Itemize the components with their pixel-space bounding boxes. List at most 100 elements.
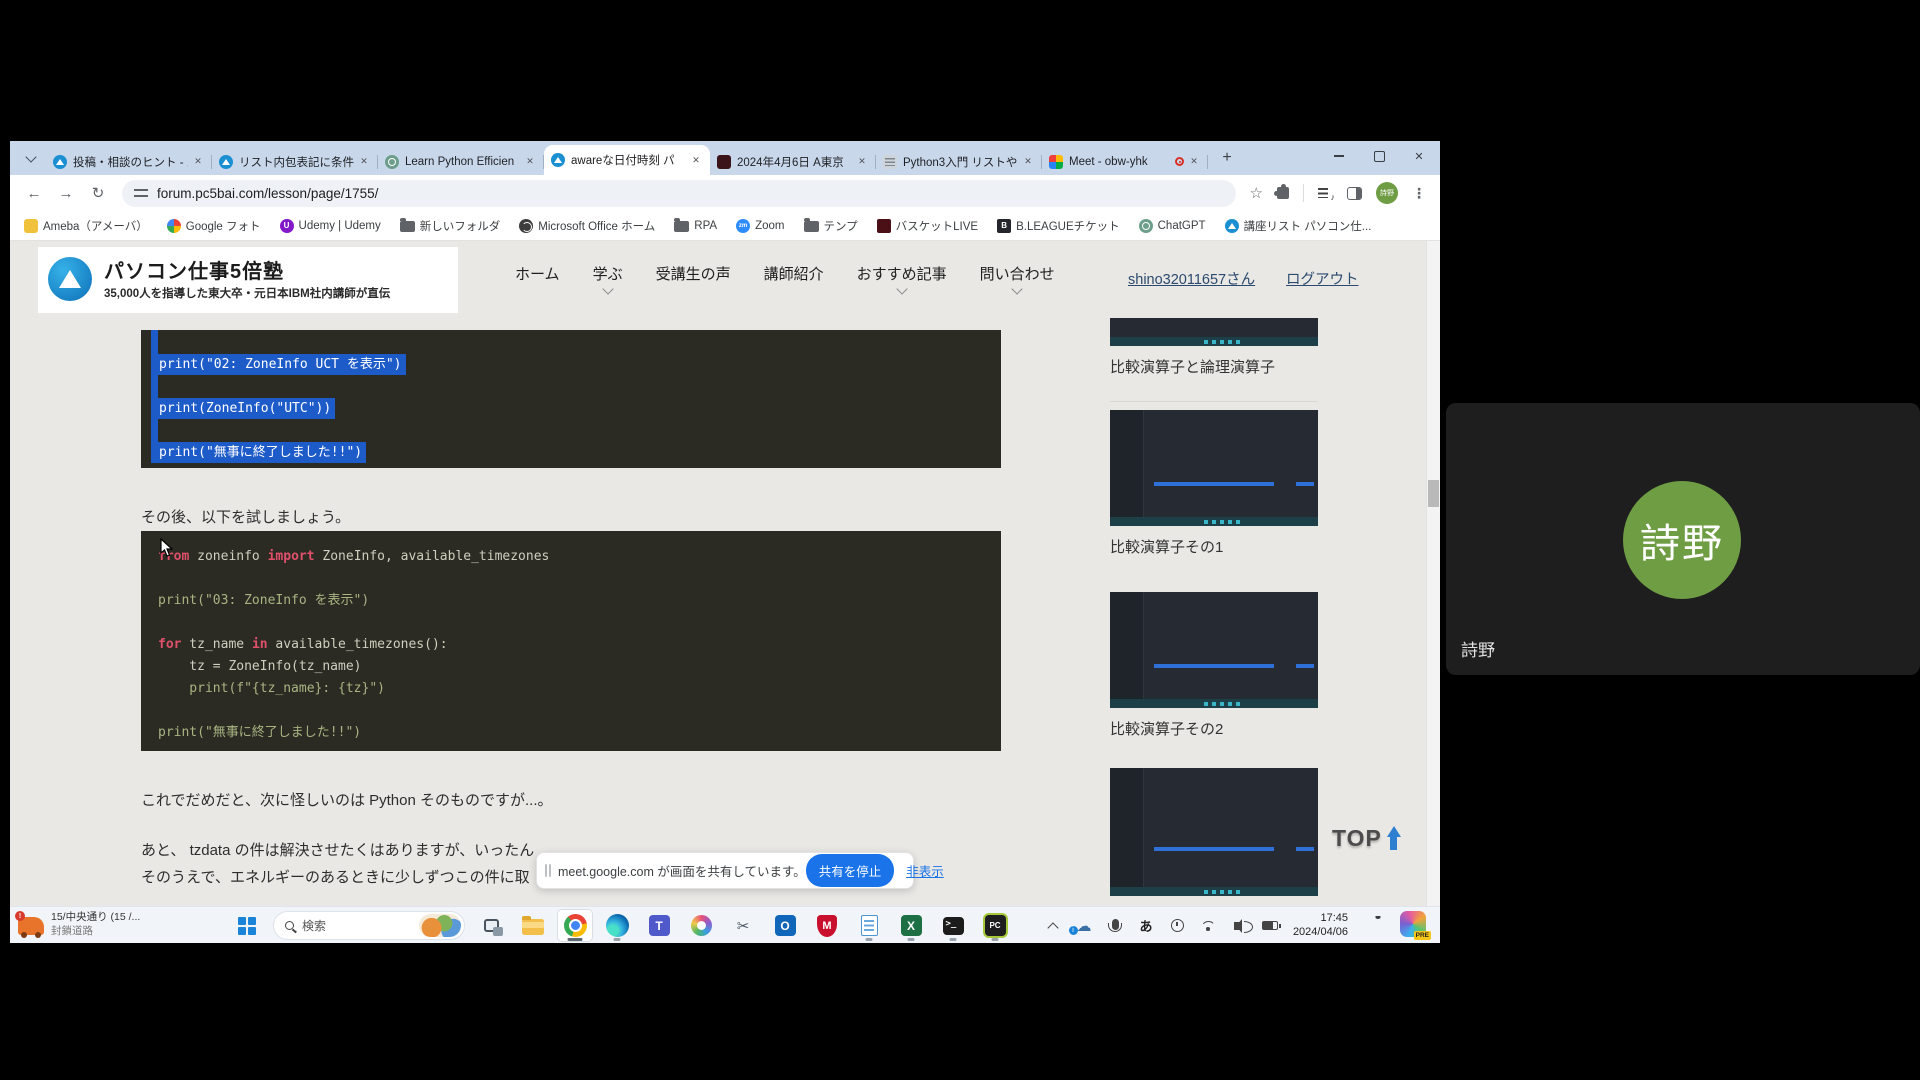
nav-item[interactable]: おすすめ記事 xyxy=(857,263,947,284)
tab-close-icon[interactable] xyxy=(523,155,537,169)
side-panel-icon[interactable] xyxy=(1347,187,1362,200)
page-scrollbar[interactable] xyxy=(1426,241,1440,906)
nav-item[interactable]: 受講生の声 xyxy=(656,263,731,284)
ime-japanese-icon: あ xyxy=(1139,916,1152,935)
reload-icon[interactable]: ↻ xyxy=(85,180,111,206)
nav-item[interactable]: ホーム xyxy=(515,263,560,284)
selection-bar xyxy=(151,330,158,463)
bookmark-label: 講座リスト パソコン仕... xyxy=(1244,218,1372,234)
taskbar-file-explorer-button[interactable] xyxy=(515,909,551,942)
tray-battery[interactable] xyxy=(1258,911,1282,941)
code-block-1[interactable]: print("02: ZoneInfo UCT を表示") print(Zone… xyxy=(141,330,1001,468)
tab-close-icon[interactable] xyxy=(689,153,703,167)
bookmark-item[interactable]: Zoom xyxy=(736,219,784,233)
bookmark-label: Microsoft Office ホーム xyxy=(538,218,655,234)
taskbar-search[interactable]: 検索 xyxy=(273,911,465,940)
browser-tab[interactable]: Python3入門 リストや xyxy=(876,148,1042,175)
tab-close-icon[interactable] xyxy=(855,155,869,169)
taskbar-excel-button[interactable] xyxy=(893,909,929,942)
tray-chevron-up[interactable] xyxy=(1041,911,1065,941)
tab-search-chevron-icon[interactable] xyxy=(18,145,44,171)
participant-tile[interactable]: 詩野 詩野 xyxy=(1446,403,1920,675)
weather-traffic-widget[interactable]: ! 15/中央通り (15 /... 封鎖道路 xyxy=(18,910,140,938)
meet-favicon xyxy=(1049,155,1063,169)
browser-tab[interactable]: 投稿・相談のヒント - パ xyxy=(46,148,212,175)
nav-item[interactable]: 学ぶ xyxy=(593,263,623,284)
nav-item[interactable]: 講師紹介 xyxy=(764,263,824,284)
taskbar-chrome-button[interactable] xyxy=(557,909,593,942)
taskbar-edge-button[interactable] xyxy=(599,909,635,942)
bookmark-item[interactable]: 新しいフォルダ xyxy=(400,218,501,234)
site-logo-box[interactable]: パソコン仕事5倍塾 35,000人を指導した東大卒・元日本IBM社内講師が直伝 xyxy=(38,247,458,313)
sidebar-lesson-card[interactable] xyxy=(1110,768,1318,896)
copilot-icon[interactable] xyxy=(1400,911,1426,937)
start-button[interactable] xyxy=(229,909,265,942)
forward-icon[interactable]: → xyxy=(53,180,79,206)
hide-banner-link[interactable]: 非表示 xyxy=(906,861,944,880)
bookmark-item[interactable]: B.LEAGUEチケット xyxy=(997,218,1120,234)
extensions-icon[interactable] xyxy=(1277,187,1289,199)
drag-handle-icon[interactable] xyxy=(545,864,551,877)
scroll-to-top-button[interactable]: TOP xyxy=(1332,825,1402,852)
bookmark-item[interactable]: ChatGPT xyxy=(1139,219,1206,233)
taskbar-notepad-button[interactable] xyxy=(851,909,887,942)
scrollbar-thumb[interactable] xyxy=(1428,480,1439,507)
close-icon[interactable] xyxy=(1412,149,1426,163)
bookmark-item[interactable]: Google フォト xyxy=(167,218,261,234)
minimize-icon[interactable] xyxy=(1332,149,1346,163)
tray-microphone[interactable] xyxy=(1103,911,1127,941)
tab-close-icon[interactable] xyxy=(191,155,205,169)
sidebar-lesson-card[interactable]: 比較演算子その2 xyxy=(1110,592,1318,739)
site-info-icon[interactable] xyxy=(134,187,148,199)
taskbar-clock[interactable]: 17:45 2024/04/06 xyxy=(1293,911,1348,939)
new-tab-button[interactable] xyxy=(1214,145,1240,171)
user-account-link[interactable]: shino32011657さん xyxy=(1128,268,1255,289)
bookmark-item[interactable]: Ameba（アメーバ） xyxy=(24,218,148,234)
menu-dots-icon[interactable] xyxy=(1412,185,1426,202)
participant-name: 詩野 xyxy=(1461,636,1495,661)
media-playlist-icon[interactable] xyxy=(1318,187,1333,200)
taskbar-snipping-tool-button[interactable] xyxy=(725,909,761,942)
taskbar-terminal-button[interactable] xyxy=(935,909,971,942)
browser-tab[interactable]: リスト内包表記に条件 xyxy=(212,148,378,175)
bookmark-item[interactable]: Udemy | Udemy xyxy=(280,219,381,233)
mcafee-icon xyxy=(817,915,837,937)
tray-onedrive[interactable]: i xyxy=(1072,911,1096,941)
tray-clock[interactable] xyxy=(1165,911,1189,941)
maximize-icon[interactable] xyxy=(1372,149,1386,163)
code-block-2[interactable]: from zoneinfo import ZoneInfo, available… xyxy=(141,531,1001,751)
bookmark-item[interactable]: テンプ xyxy=(804,218,858,234)
browser-tab[interactable]: Learn Python Efficien xyxy=(378,148,544,175)
bookmark-item[interactable]: RPA xyxy=(674,219,717,232)
browser-tab[interactable]: awareな日付時刻 パ xyxy=(544,145,710,175)
browser-tab[interactable]: 2024年4月6日 A東京 xyxy=(710,148,876,175)
taskbar-teams-button[interactable] xyxy=(641,909,677,942)
bookmark-item[interactable]: 講座リスト パソコン仕... xyxy=(1225,218,1372,234)
taskbar-task-view-button[interactable] xyxy=(473,909,509,942)
sidebar-lesson-card[interactable]: 比較演算子その1 xyxy=(1110,410,1318,557)
sidebar-lesson-card[interactable]: 比較演算子と論理演算子 xyxy=(1110,318,1318,377)
tray-ime-japanese[interactable]: あ xyxy=(1134,911,1158,941)
tray-volume[interactable] xyxy=(1227,911,1251,941)
chrome-icon xyxy=(564,914,587,937)
taskbar-paint-button[interactable] xyxy=(683,909,719,942)
logout-link[interactable]: ログアウト xyxy=(1286,268,1359,289)
tab-title: 投稿・相談のヒント - パ xyxy=(73,154,188,170)
taskbar-outlook-button[interactable] xyxy=(767,909,803,942)
bookmark-star-icon[interactable] xyxy=(1250,184,1263,202)
taskbar-mcafee-button[interactable] xyxy=(809,909,845,942)
nav-item[interactable]: 問い合わせ xyxy=(980,263,1055,284)
profile-avatar[interactable]: 詩野 xyxy=(1376,182,1398,204)
gphotos-icon xyxy=(167,219,181,233)
tab-close-icon[interactable] xyxy=(1187,155,1201,169)
back-icon[interactable]: ← xyxy=(21,180,47,206)
bookmark-item[interactable]: Microsoft Office ホーム xyxy=(519,218,655,234)
browser-tab[interactable]: Meet - obw-yhk xyxy=(1042,148,1208,175)
bookmark-item[interactable]: バスケットLIVE xyxy=(877,218,978,234)
tab-close-icon[interactable] xyxy=(1021,155,1035,169)
taskbar-pycharm-button[interactable] xyxy=(977,909,1013,942)
stop-sharing-button[interactable]: 共有を停止 xyxy=(806,854,895,887)
tab-close-icon[interactable] xyxy=(357,155,371,169)
tray-wifi[interactable] xyxy=(1196,911,1220,941)
address-bar[interactable]: forum.pc5bai.com/lesson/page/1755/ xyxy=(122,180,1236,207)
